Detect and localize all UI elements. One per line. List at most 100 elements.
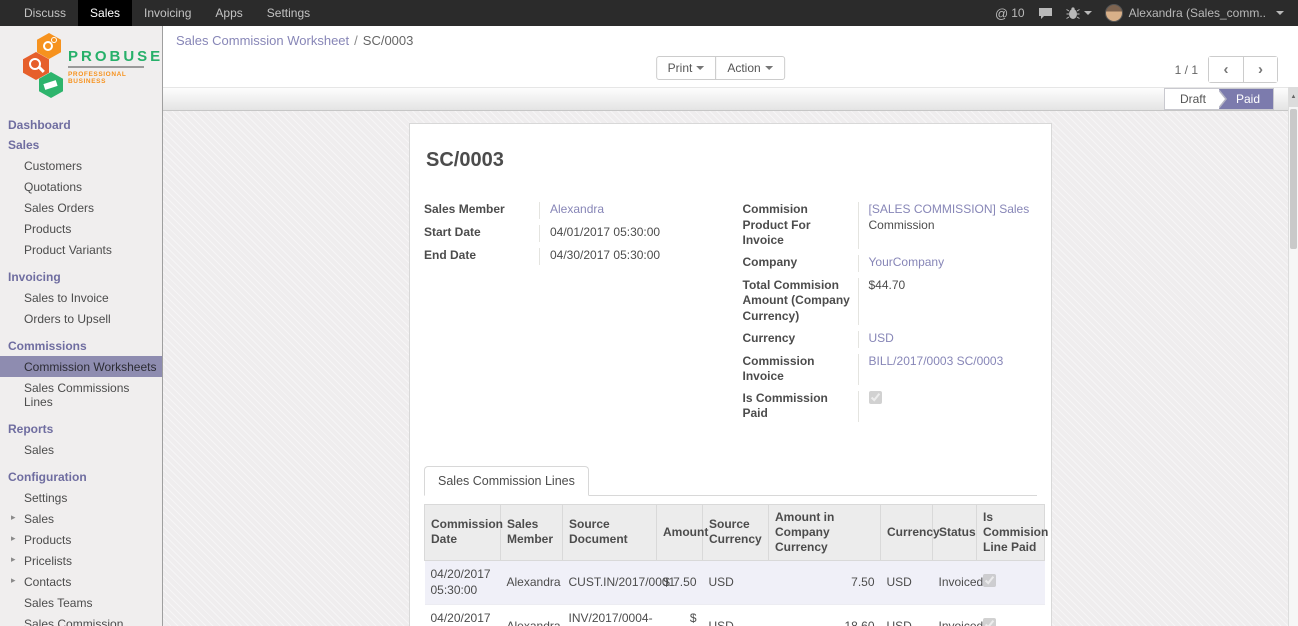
status-step-draft[interactable]: Draft	[1165, 89, 1219, 109]
col-source-currency[interactable]: Source Currency	[703, 504, 769, 560]
user-menu[interactable]: Alexandra (Sales_comm..	[1105, 4, 1284, 22]
cell-currency: USD	[881, 560, 933, 604]
sidebar-item-quotations[interactable]: Quotations	[0, 176, 162, 197]
sidebar: PROBUSE PROFESSIONAL BUSINESS Dashboard …	[0, 26, 163, 626]
menu-settings[interactable]: Settings	[255, 0, 322, 26]
sidebar-item-config-sales[interactable]: ▸Sales	[0, 508, 162, 529]
caret-down-icon	[696, 66, 704, 70]
sidebar-section-reports[interactable]: Reports	[0, 419, 162, 439]
at-icon: @	[995, 6, 1008, 21]
field-group-left: Sales Member Alexandra Start Date 04/01/…	[424, 202, 719, 271]
breadcrumb-parent-link[interactable]: Sales Commission Worksheet	[176, 33, 349, 48]
activities-counter[interactable]: @ 10	[995, 6, 1025, 21]
menu-apps[interactable]: Apps	[203, 0, 254, 26]
sidebar-section-sales[interactable]: Sales	[0, 135, 162, 155]
field-total-commission: Total Commision Amount (Company Currency…	[743, 278, 1038, 325]
scrollbar-thumb[interactable]	[1290, 109, 1297, 249]
field-group-right: Commision Product For Invoice [SALES COM…	[743, 202, 1038, 428]
col-amount-company-currency[interactable]: Amount in Company Currency	[769, 504, 881, 560]
sidebar-item-orders-to-upsell[interactable]: Orders to Upsell	[0, 308, 162, 329]
status-steps: Draft Paid	[1164, 88, 1274, 110]
record-title: SC/0003	[426, 149, 1037, 172]
sidebar-item-label: Sales	[24, 512, 54, 526]
menu-discuss[interactable]: Discuss	[12, 0, 78, 26]
tab-sales-commission-lines[interactable]: Sales Commission Lines	[424, 466, 589, 496]
cell-member: Alexandra	[501, 560, 563, 604]
field-label: Company	[743, 255, 858, 272]
field-commission-product: Commision Product For Invoice [SALES COM…	[743, 202, 1038, 249]
sidebar-section-invoicing[interactable]: Invoicing	[0, 267, 162, 287]
vertical-scrollbar[interactable]: ▲	[1288, 87, 1298, 626]
pager-next-button[interactable]: ›	[1243, 57, 1277, 82]
menu-sales[interactable]: Sales	[78, 0, 132, 26]
cell-amount-company: 18.60	[769, 605, 881, 626]
topbar: Discuss Sales Invoicing Apps Settings @ …	[0, 0, 1298, 26]
col-sales-member[interactable]: Sales Member	[501, 504, 563, 560]
is-commission-paid-checkbox[interactable]	[869, 391, 882, 404]
sidebar-item-settings[interactable]: Settings	[0, 487, 162, 508]
col-commission-date[interactable]: Commission Date	[425, 504, 501, 560]
debug-bug-icon[interactable]	[1066, 7, 1092, 20]
field-label: Sales Member	[424, 202, 539, 219]
sidebar-item-reports-sales[interactable]: Sales	[0, 439, 162, 460]
form-sheet: SC/0003 Sales Member Alexandra Start Dat…	[409, 123, 1052, 626]
scroll-up-icon[interactable]: ▲	[1289, 87, 1298, 107]
user-avatar	[1105, 4, 1123, 22]
sidebar-item-products[interactable]: Products	[0, 218, 162, 239]
app-window: Discuss Sales Invoicing Apps Settings @ …	[0, 0, 1298, 626]
pager: 1 / 1 ‹ ›	[1175, 56, 1278, 83]
sidebar-item-config-contacts[interactable]: ▸Contacts	[0, 571, 162, 592]
table-row[interactable]: 04/20/2017 05:30:00 Alexandra CUST.IN/20…	[425, 560, 1045, 604]
col-currency[interactable]: Currency	[881, 504, 933, 560]
field-is-commission-paid: Is Commission Paid	[743, 391, 1038, 422]
statusbar: Draft Paid	[163, 87, 1298, 111]
menu-invoicing[interactable]: Invoicing	[132, 0, 203, 26]
company-link[interactable]: YourCompany	[869, 255, 945, 269]
sidebar-section-commissions[interactable]: Commissions	[0, 336, 162, 356]
sidebar-item-label: Contacts	[24, 575, 71, 589]
cell-date: 04/20/2017 05:30:00	[425, 560, 501, 604]
sidebar-item-dashboard[interactable]: Dashboard	[0, 115, 162, 135]
sidebar-item-sales-orders[interactable]: Sales Orders	[0, 197, 162, 218]
brand-divider	[68, 66, 144, 68]
field-label: Is Commission Paid	[743, 391, 858, 422]
sidebar-item-commission-worksheets[interactable]: Commission Worksheets	[0, 356, 162, 377]
col-amount[interactable]: Amount	[657, 504, 703, 560]
commission-invoice-link[interactable]: BILL/2017/0003 SC/0003	[869, 354, 1004, 368]
sidebar-item-sales-commission-levels[interactable]: Sales Commission Levels	[0, 613, 162, 626]
sidebar-item-product-variants[interactable]: Product Variants	[0, 239, 162, 260]
col-source-document[interactable]: Source Document	[563, 504, 657, 560]
field-company: Company YourCompany	[743, 255, 1038, 272]
field-sales-member: Sales Member Alexandra	[424, 202, 719, 219]
line-paid-checkbox[interactable]	[983, 618, 996, 626]
field-start-date: Start Date 04/01/2017 05:30:00	[424, 225, 719, 242]
currency-link[interactable]: USD	[869, 331, 894, 345]
sidebar-item-sales-to-invoice[interactable]: Sales to Invoice	[0, 287, 162, 308]
cell-source: CUST.IN/2017/0001	[563, 560, 657, 604]
commission-product-suffix: Commission	[869, 218, 935, 232]
sidebar-section-configuration[interactable]: Configuration	[0, 467, 162, 487]
action-button[interactable]: Action	[715, 56, 784, 80]
sidebar-item-config-pricelists[interactable]: ▸Pricelists	[0, 550, 162, 571]
col-is-commision-line-paid[interactable]: Is Commision Line Paid	[977, 504, 1045, 560]
activities-count: 10	[1011, 6, 1024, 20]
pager-prev-button[interactable]: ‹	[1209, 57, 1243, 82]
commission-product-link[interactable]: [SALES COMMISSION] Sales	[869, 202, 1030, 216]
sales-member-link[interactable]: Alexandra	[550, 202, 604, 216]
col-status[interactable]: Status	[933, 504, 977, 560]
messages-icon[interactable]	[1038, 7, 1053, 20]
toolbar-button-group: Print Action	[656, 56, 785, 80]
sidebar-item-customers[interactable]: Customers	[0, 155, 162, 176]
field-label: Start Date	[424, 225, 539, 242]
table-row[interactable]: 04/20/2017 05:30:00 Alexandra INV/2017/0…	[425, 605, 1045, 626]
topbar-menus: Discuss Sales Invoicing Apps Settings	[0, 0, 322, 26]
probuse-logo: PROBUSE PROFESSIONAL BUSINESS	[15, 33, 147, 99]
sidebar-item-config-products[interactable]: ▸Products	[0, 529, 162, 550]
status-step-paid[interactable]: Paid	[1219, 89, 1273, 109]
print-button[interactable]: Print	[656, 56, 717, 80]
cell-source-currency: USD	[703, 560, 769, 604]
line-paid-checkbox[interactable]	[983, 574, 996, 587]
sidebar-item-sales-teams[interactable]: Sales Teams	[0, 592, 162, 613]
sidebar-item-sales-commissions-lines[interactable]: Sales Commissions Lines	[0, 377, 162, 412]
cell-amount: $ 18.60	[657, 605, 703, 626]
